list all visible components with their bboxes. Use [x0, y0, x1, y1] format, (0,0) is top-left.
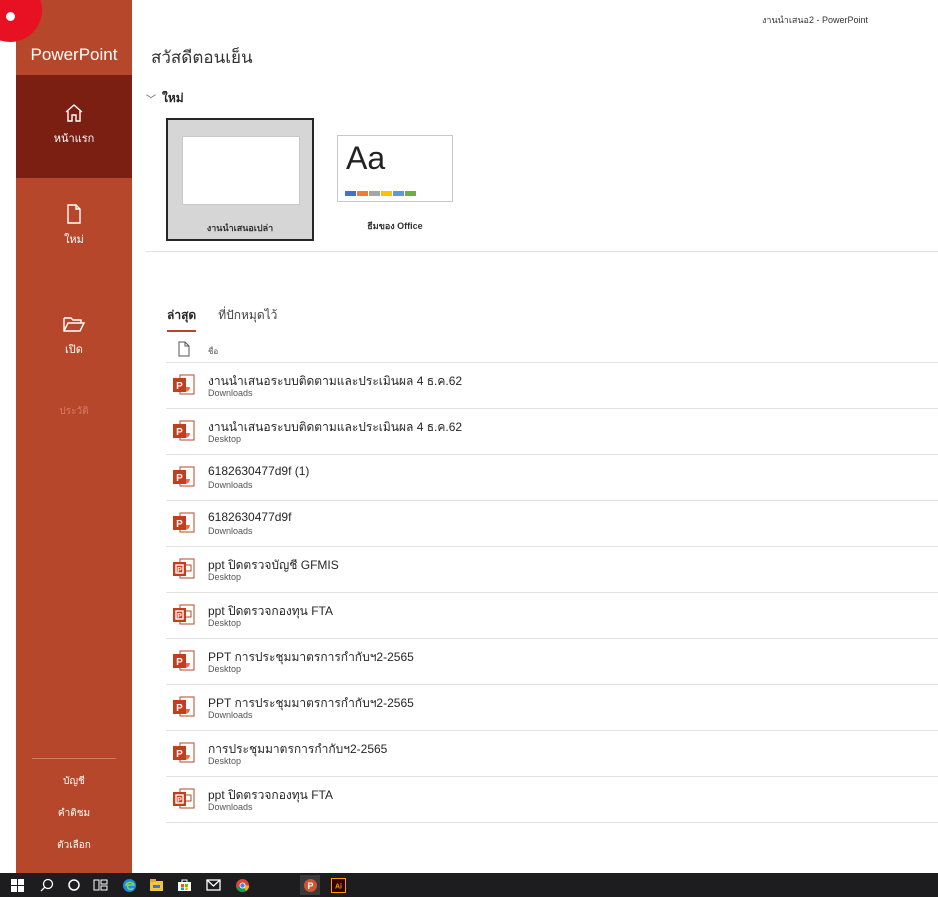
recent-file-list: P งานนำเสนอระบบติดตามและประเมินผล 4 ธ.ค.…	[166, 363, 938, 823]
svg-text:P: P	[176, 749, 183, 760]
new-section-title: ใหม่	[162, 91, 184, 105]
windows-taskbar: P Ai	[0, 873, 938, 897]
theme-color-swatches	[345, 191, 416, 196]
list-item[interactable]: P ppt ปิดตรวจกองทุน FTA Desktop	[166, 593, 938, 639]
pptx-icon: P	[173, 650, 195, 671]
list-item[interactable]: P การประชุมมาตรการกำกับฯ2-2565 Desktop	[166, 731, 938, 777]
svg-text:P: P	[176, 657, 183, 668]
file-location: Downloads	[208, 802, 253, 812]
sidebar-item-history: ประวัติ	[59, 406, 89, 417]
sidebar-item-label: ใหม่	[64, 234, 84, 246]
blank-presentation-template[interactable]: งานนำเสนอเปล่า	[166, 118, 314, 241]
recent-tabs: ล่าสุด ที่ปักหมุดไว้	[167, 306, 277, 332]
office-theme-template[interactable]: Aa	[337, 135, 453, 202]
sidebar-divider	[32, 758, 116, 759]
list-item[interactable]: P 6182630477d9f Downloads	[166, 501, 938, 547]
window-title: งานนำเสนอ2 - PowerPoint	[762, 15, 868, 25]
svg-text:P: P	[176, 703, 183, 714]
list-item[interactable]: P งานนำเสนอระบบติดตามและประเมินผล 4 ธ.ค.…	[166, 363, 938, 409]
pptx-icon: P	[173, 742, 195, 763]
sidebar-item-account[interactable]: บัญชี	[16, 774, 132, 789]
theme-preview-text: Aa	[346, 140, 386, 176]
file-location: Downloads	[208, 388, 253, 398]
chrome-icon[interactable]	[234, 877, 250, 893]
file-explorer-icon[interactable]	[148, 877, 164, 893]
svg-text:P: P	[176, 381, 183, 392]
file-location: Downloads	[208, 710, 253, 720]
chevron-down-icon: ﹀	[146, 95, 156, 106]
pptx-icon: P	[173, 466, 195, 487]
left-gap	[0, 0, 16, 873]
svg-text:P: P	[177, 613, 182, 620]
store-icon[interactable]	[176, 877, 192, 893]
list-item[interactable]: P 6182630477d9f (1) Downloads	[166, 455, 938, 501]
svg-text:Ai: Ai	[335, 883, 342, 890]
pptx-icon: P	[173, 512, 195, 533]
list-item[interactable]: P งานนำเสนอระบบติดตามและประเมินผล 4 ธ.ค.…	[166, 409, 938, 455]
section-divider	[146, 251, 938, 252]
tab-recent[interactable]: ล่าสุด	[167, 306, 197, 332]
mail-icon[interactable]	[205, 877, 221, 893]
file-location: Downloads	[208, 526, 253, 536]
ppt-legacy-icon: P	[173, 788, 195, 809]
svg-text:P: P	[176, 519, 183, 530]
file-list-header: ชื่อ	[166, 338, 938, 363]
list-item[interactable]: P ppt ปิดตรวจกองทุน FTA Downloads	[166, 777, 938, 823]
ppt-legacy-icon: P	[173, 604, 195, 625]
blank-slide-preview	[182, 136, 300, 205]
svg-text:P: P	[177, 567, 182, 574]
pptx-icon: P	[173, 420, 195, 441]
sidebar-item-label: เปิด	[65, 344, 83, 356]
sidebar-item-options[interactable]: ตัวเลือก	[16, 838, 132, 853]
sidebar-item-open[interactable]: เปิด	[16, 313, 132, 358]
file-location: Downloads	[208, 480, 253, 490]
new-section-toggle[interactable]: ﹀ ใหม่	[146, 89, 184, 108]
pptx-icon: P	[173, 696, 195, 717]
windows-start-icon[interactable]	[9, 877, 25, 893]
sidebar: PowerPoint หน้าแรก ใหม่ เปิด ประวัติ บัญ…	[16, 0, 132, 873]
sidebar-item-feedback[interactable]: คำติชม	[16, 806, 132, 821]
sidebar-item-new[interactable]: ใหม่	[16, 203, 132, 248]
file-location: Desktop	[208, 664, 242, 674]
edge-icon[interactable]	[121, 877, 137, 893]
file-name: 6182630477d9f (1)	[208, 464, 310, 478]
search-icon[interactable]	[39, 877, 55, 893]
sidebar-item-label: หน้าแรก	[53, 133, 95, 145]
list-item[interactable]: P PPT การประชุมมาตรการกำกับฯ2-2565 Deskt…	[166, 639, 938, 685]
svg-text:P: P	[176, 427, 183, 438]
template-label: งานนำเสนอเปล่า	[206, 223, 274, 233]
svg-text:P: P	[177, 797, 182, 804]
home-icon	[65, 104, 83, 122]
powerpoint-icon[interactable]: P	[300, 875, 320, 895]
task-view-icon[interactable]	[92, 877, 108, 893]
list-item[interactable]: P ppt ปิดตรวจบัญชี GFMIS Desktop	[166, 547, 938, 593]
file-name: 6182630477d9f	[208, 510, 292, 524]
file-location: Desktop	[208, 572, 242, 582]
ppt-legacy-icon: P	[173, 558, 195, 579]
page-title: สวัสดีตอนเย็น	[151, 48, 253, 67]
pptx-icon: P	[173, 374, 195, 395]
file-location: Desktop	[208, 434, 242, 444]
file-location: Desktop	[208, 618, 242, 628]
cortana-icon[interactable]	[66, 877, 82, 893]
tab-pinned[interactable]: ที่ปักหมุดไว้	[218, 306, 277, 332]
svg-text:P: P	[307, 881, 313, 891]
svg-text:P: P	[176, 473, 183, 484]
template-label: ธีมของ Office	[367, 221, 423, 231]
new-file-icon	[67, 204, 81, 224]
illustrator-icon[interactable]: Ai	[330, 877, 346, 893]
folder-open-icon	[63, 317, 86, 332]
file-location: Desktop	[208, 756, 242, 766]
column-header-name: ชื่อ	[208, 347, 219, 356]
file-type-icon	[178, 341, 190, 357]
list-item[interactable]: P PPT การประชุมมาตรการกำกับฯ2-2565 Downl…	[166, 685, 938, 731]
sidebar-item-home[interactable]: หน้าแรก	[16, 75, 132, 178]
file-name: งานนำเสนอระบบติดตามและประเมินผล 4 ธ.ค.62	[208, 420, 463, 434]
app-title: PowerPoint	[30, 45, 118, 64]
